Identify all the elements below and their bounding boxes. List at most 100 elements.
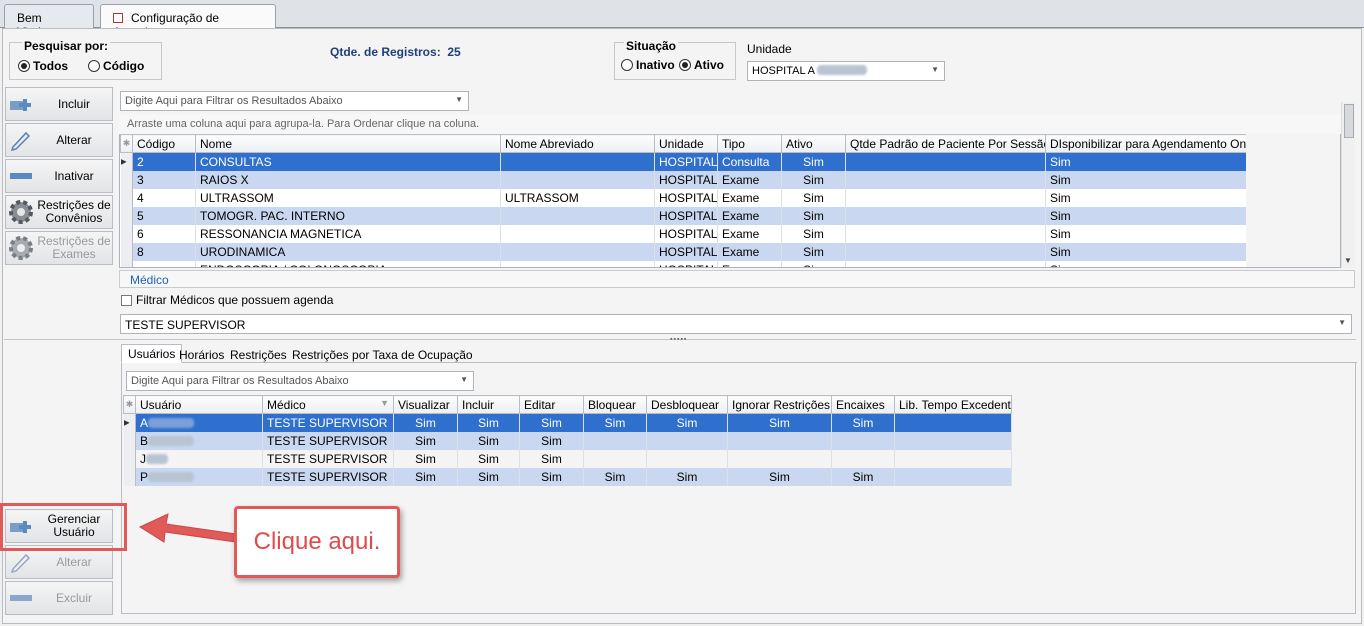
column-header[interactable]: Desbloquear (646, 395, 728, 414)
radio-ativo[interactable]: Ativo (679, 58, 724, 72)
table-cell: B (135, 431, 263, 450)
main-filter-text: Digite Aqui para Filtrar os Resultados A… (125, 95, 343, 107)
row-indicator[interactable] (120, 242, 133, 261)
table-row[interactable]: B TESTE SUPERVISOR Sim Sim Sim (123, 431, 1012, 450)
column-header[interactable]: Ignorar Restrições (727, 395, 832, 414)
excluir-usuario-label: Excluir (55, 590, 92, 605)
row-indicator[interactable] (123, 467, 136, 486)
grid-empty-area (1246, 134, 1340, 267)
row-indicator[interactable] (120, 206, 133, 225)
filtrar-medicos-checkbox[interactable]: Filtrar Médicos que possuem agenda (121, 293, 333, 307)
row-indicator[interactable] (120, 260, 133, 267)
restricoes-exames-button[interactable]: Restrições de Exames (5, 231, 113, 265)
row-indicator[interactable] (123, 431, 136, 450)
medico-value: TESTE SUPERVISOR (125, 318, 246, 332)
column-header[interactable]: Médico ▼ (262, 395, 394, 414)
table-row[interactable]: ▶ 2 CONSULTAS HOSPITAL Consulta Sim Sim (120, 152, 1247, 171)
tab-horarios[interactable]: Horários (176, 346, 227, 364)
user-filter-select[interactable]: Digite Aqui para Filtrar os Resultados A… (126, 371, 474, 391)
radio-inativo-label: Inativo (636, 58, 675, 72)
tab-usuarios[interactable]: Usuários (121, 344, 183, 363)
tab-restricoes[interactable]: Restrições (227, 346, 290, 364)
table-cell: 6 (132, 224, 196, 243)
radio-inativo[interactable]: Inativo (621, 58, 675, 72)
table-row[interactable]: J TESTE SUPERVISOR Sim Sim Sim (123, 449, 1012, 468)
restricoes-convenios-button[interactable]: Restrições de Convênios (5, 195, 113, 229)
table-row[interactable]: ▶ A TESTE SUPERVISOR Sim Sim Sim Sim Sim Sim Sim (123, 413, 1012, 432)
column-header[interactable]: Ativo (781, 134, 846, 153)
row-indicator[interactable] (120, 188, 133, 207)
table-cell: Sim (457, 431, 520, 450)
column-header[interactable]: Nome (195, 134, 501, 153)
table-cell: TESTE SUPERVISOR (262, 431, 394, 450)
table-cell: HOSPITAL (654, 188, 718, 207)
table-cell: Exame (717, 170, 782, 189)
tab-configuracao-agenda[interactable]: Configuração de Agenda✕ (100, 4, 276, 39)
alterar-button[interactable]: Alterar (5, 123, 113, 157)
incluir-button[interactable]: Incluir (5, 87, 113, 121)
table-cell (727, 431, 832, 450)
table-cell (894, 449, 1012, 468)
table-row[interactable]: 8 URODINAMICA HOSPITAL Exame Sim Sim (120, 242, 1247, 261)
splitter-grip-icon[interactable]: ▪▪▪▪▪ (670, 336, 687, 343)
radio-todos[interactable]: Todos (18, 59, 68, 73)
row-indicator-icon[interactable]: ▶ (123, 413, 136, 432)
tab-restricoes-taxa-ocupacao[interactable]: Restrições por Taxa de Ocupação (289, 346, 476, 364)
table-cell: Exame (717, 188, 782, 207)
column-header[interactable]: Tipo (717, 134, 782, 153)
column-header[interactable]: Qtde Padrão de Paciente Por Sessão (845, 134, 1046, 153)
table-row[interactable]: P TESTE SUPERVISOR Sim Sim Sim Sim Sim Sim Sim (123, 467, 1012, 486)
table-cell: Sim (646, 413, 728, 432)
add-icon (6, 94, 36, 114)
column-header[interactable]: Incluir (457, 395, 520, 414)
table-cell: 2 (132, 152, 196, 171)
records-count: Qtde. de Registros: 25 (330, 45, 461, 59)
sub-tab-bar: Usuários Horários Restrições Restrições … (121, 344, 1357, 363)
column-header[interactable]: Bloquear (583, 395, 647, 414)
table-cell (500, 170, 655, 189)
table-cell: A (135, 413, 263, 432)
table-cell: 3 (132, 170, 196, 189)
radio-icon (621, 59, 633, 71)
column-header[interactable]: Código (132, 134, 196, 153)
inativar-button[interactable]: Inativar (5, 159, 113, 193)
column-header[interactable]: DIsponibilizar para Agendamento Online (1045, 134, 1247, 153)
table-cell: 5 (132, 206, 196, 225)
table-row[interactable]: 3 RAIOS X HOSPITAL Exame Sim Sim (120, 170, 1247, 189)
row-indicator[interactable] (123, 449, 136, 468)
scroll-down-icon[interactable]: ▼ (1344, 256, 1352, 265)
table-cell (894, 413, 1012, 432)
tab-bem-vindo[interactable]: Bem Vindo✕ (4, 4, 94, 39)
medico-select[interactable]: TESTE SUPERVISOR ▼ (120, 314, 1352, 334)
column-header[interactable]: Encaixes (831, 395, 895, 414)
column-header[interactable]: Unidade (654, 134, 718, 153)
table-row[interactable]: 4 ULTRASSOM ULTRASSOM HOSPITAL Exame Sim Sim (120, 188, 1247, 207)
table-cell: HOSPITAL (654, 152, 718, 171)
excluir-usuario-button[interactable]: Excluir (5, 581, 113, 615)
column-header[interactable]: Usuário (135, 395, 263, 414)
table-row[interactable]: 6 RESSONANCIA MAGNETICA HOSPITAL Exame Sim Si… (120, 224, 1247, 243)
main-grid-scrollbar[interactable]: ▼ (1341, 102, 1355, 268)
filtrar-medicos-label: Filtrar Médicos que possuem agenda (136, 293, 334, 307)
unidade-select[interactable]: HOSPITAL A ▼ (747, 61, 945, 81)
table-row[interactable]: ENDOSCOPIA / COLONOSCOPIAHOSPITALExameSi… (120, 260, 1247, 267)
column-header[interactable]: Visualizar (393, 395, 458, 414)
table-cell: Sim (457, 449, 520, 468)
main-filter-select[interactable]: Digite Aqui para Filtrar os Resultados A… (120, 91, 469, 111)
row-indicator-icon[interactable]: ▶ (120, 152, 133, 171)
agendas-grid: ✱ Código Nome Nome Abreviado Unidade Tip… (119, 134, 1341, 268)
row-indicator[interactable] (120, 170, 133, 189)
column-header[interactable]: Nome Abreviado (500, 134, 655, 153)
table-cell: Sim (519, 449, 584, 468)
table-cell: Sim (646, 467, 728, 486)
row-indicator[interactable] (120, 224, 133, 243)
filter-icon[interactable]: ▼ (380, 398, 389, 408)
table-row[interactable]: 5 TOMOGR. PAC. INTERNO HOSPITAL Exame Sim Sim (120, 206, 1247, 225)
column-header[interactable]: Lib. Tempo Excedente (894, 395, 1012, 414)
column-header[interactable]: Editar (519, 395, 584, 414)
table-cell: ULTRASSOM (500, 188, 655, 207)
table-cell: P (135, 467, 263, 486)
radio-codigo[interactable]: Código (88, 59, 144, 73)
scrollbar-thumb[interactable] (1344, 104, 1354, 138)
table-cell: HOSPITAL (654, 206, 718, 225)
